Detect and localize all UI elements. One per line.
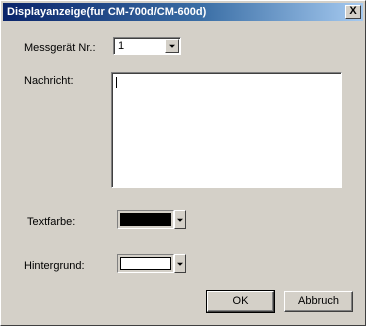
close-icon: X [349, 5, 357, 17]
device-number-value: 1 [118, 40, 125, 52]
cancel-button[interactable]: Abbruch [284, 291, 353, 312]
background-color-picker[interactable] [117, 254, 174, 273]
background-color-swatch [120, 257, 171, 270]
ok-button[interactable]: OK [206, 290, 275, 313]
window-title: Displayanzeige(fur CM-700d/CM-600d) [7, 6, 207, 18]
text-color-label: Textfarbe: [27, 216, 76, 228]
chevron-down-icon [177, 218, 183, 222]
message-label: Nachricht: [24, 75, 74, 87]
background-color-label: Hintergrund: [24, 260, 85, 272]
message-textarea[interactable] [111, 72, 342, 188]
close-button[interactable]: X [345, 5, 361, 19]
device-number-dropdown-button[interactable] [165, 39, 179, 53]
title-bar[interactable]: Displayanzeige(fur CM-700d/CM-600d) X [3, 3, 363, 21]
text-color-swatch [120, 213, 171, 226]
background-color-dropdown-button[interactable] [174, 254, 186, 273]
device-number-select[interactable]: 1 [113, 37, 181, 55]
text-color-picker[interactable] [117, 210, 174, 229]
text-caret [116, 77, 117, 88]
chevron-down-icon [177, 262, 183, 266]
dialog-window: Displayanzeige(fur CM-700d/CM-600d) X Me… [0, 0, 366, 326]
device-number-label: Messgerät Nr.: [24, 42, 96, 54]
text-color-dropdown-button[interactable] [174, 210, 186, 229]
chevron-down-icon [169, 44, 175, 48]
